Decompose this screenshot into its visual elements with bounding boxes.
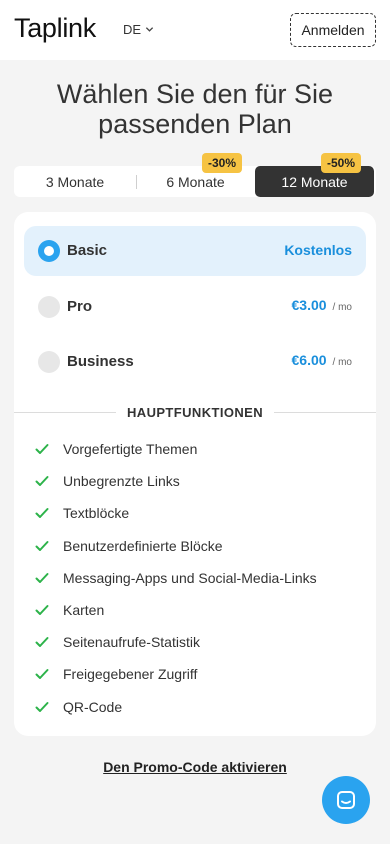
check-icon bbox=[35, 637, 49, 648]
language-selector[interactable]: DE bbox=[123, 22, 154, 37]
feature-label: Vorgefertigte Themen bbox=[63, 441, 198, 457]
plan-price: €6.00 bbox=[291, 352, 327, 368]
language-label: DE bbox=[123, 22, 142, 37]
feature-label: Unbegrenzte Links bbox=[63, 473, 180, 490]
discount-badge-6-months: -30% bbox=[202, 153, 243, 173]
plan-price: €3.00 bbox=[291, 297, 327, 313]
feature-item: Vorgefertigte Themen bbox=[14, 438, 376, 470]
radio-unselected-icon bbox=[38, 296, 60, 318]
plan-price: Kostenlos bbox=[284, 242, 352, 258]
feature-label: Messaging-Apps und Social-Media-Links bbox=[63, 569, 317, 586]
feature-item: Benutzerdefinierte Blöcke bbox=[14, 535, 376, 567]
feature-item: Textblöcke bbox=[14, 502, 376, 534]
period-tab-3-months[interactable]: 3 Monate bbox=[14, 166, 136, 197]
plan-card: Basic Kostenlos Pro €3.00 / mo Business … bbox=[14, 212, 376, 736]
feature-label: Freigegebener Zugriff bbox=[63, 666, 198, 683]
plan-option-pro[interactable]: Pro €3.00 / mo bbox=[24, 282, 366, 332]
feature-item: Seitenaufrufe-Statistik bbox=[14, 631, 376, 663]
discount-badge-12-months: -50% bbox=[321, 153, 362, 173]
top-header: Taplink DE Anmelden bbox=[0, 0, 390, 60]
feature-list: Vorgefertigte Themen Unbegrenzte Links Tex… bbox=[14, 438, 376, 728]
plan-name: Pro bbox=[67, 298, 93, 315]
check-icon bbox=[35, 444, 49, 454]
chevron-down-icon bbox=[145, 27, 154, 32]
taplink-logo[interactable]: Taplink bbox=[14, 13, 96, 44]
feature-item: QR-Code bbox=[14, 696, 376, 728]
features-heading: HAUPTFUNKTIONEN bbox=[127, 405, 263, 420]
check-icon bbox=[35, 476, 49, 487]
plan-price-unit: / mo bbox=[332, 357, 352, 368]
feature-item: Freigegebener Zugriff bbox=[14, 663, 376, 695]
feature-item: Messaging-Apps und Social-Media-Links bbox=[14, 567, 376, 599]
page-title: Wählen Sie den für Sie passenden Plan bbox=[0, 79, 390, 139]
plan-price-group: €6.00 / mo bbox=[292, 352, 353, 368]
radio-selected-icon bbox=[38, 240, 60, 262]
check-icon bbox=[35, 540, 49, 551]
check-icon bbox=[35, 508, 49, 519]
feature-label: Textblöcke bbox=[63, 505, 130, 522]
page-title-line-2: passenden Plan bbox=[98, 109, 292, 139]
feature-label: QR-Code bbox=[63, 698, 123, 715]
login-button[interactable]: Anmelden bbox=[290, 13, 376, 47]
features-divider: HAUPTFUNKTIONEN bbox=[14, 402, 376, 422]
check-icon bbox=[35, 604, 49, 615]
plan-price-unit: / mo bbox=[332, 302, 352, 313]
activate-promo-code-link[interactable]: Den Promo-Code aktivieren bbox=[0, 759, 390, 775]
feature-item: Unbegrenzte Links bbox=[14, 470, 376, 502]
check-icon bbox=[35, 669, 49, 680]
plan-name: Basic bbox=[67, 242, 108, 259]
plan-name: Business bbox=[67, 353, 134, 370]
chat-button[interactable] bbox=[322, 776, 370, 824]
plan-option-basic[interactable]: Basic Kostenlos bbox=[24, 226, 366, 276]
check-icon bbox=[35, 701, 49, 712]
page-title-line-1: Wählen Sie den für Sie bbox=[56, 79, 334, 109]
feature-label: Seitenaufrufe-Statistik bbox=[63, 634, 200, 651]
check-icon bbox=[35, 572, 49, 583]
billing-period-selector: 3 Monate 6 Monate 12 Monate -30% -50% bbox=[14, 153, 376, 197]
feature-label: Karten bbox=[63, 601, 105, 618]
plan-option-business[interactable]: Business €6.00 / mo bbox=[24, 337, 366, 387]
radio-unselected-icon bbox=[38, 351, 60, 373]
chat-icon bbox=[337, 791, 355, 809]
feature-item: Karten bbox=[14, 599, 376, 631]
feature-label: Benutzerdefinierte Blöcke bbox=[63, 537, 223, 554]
plan-price-group: €3.00 / mo bbox=[292, 297, 353, 313]
